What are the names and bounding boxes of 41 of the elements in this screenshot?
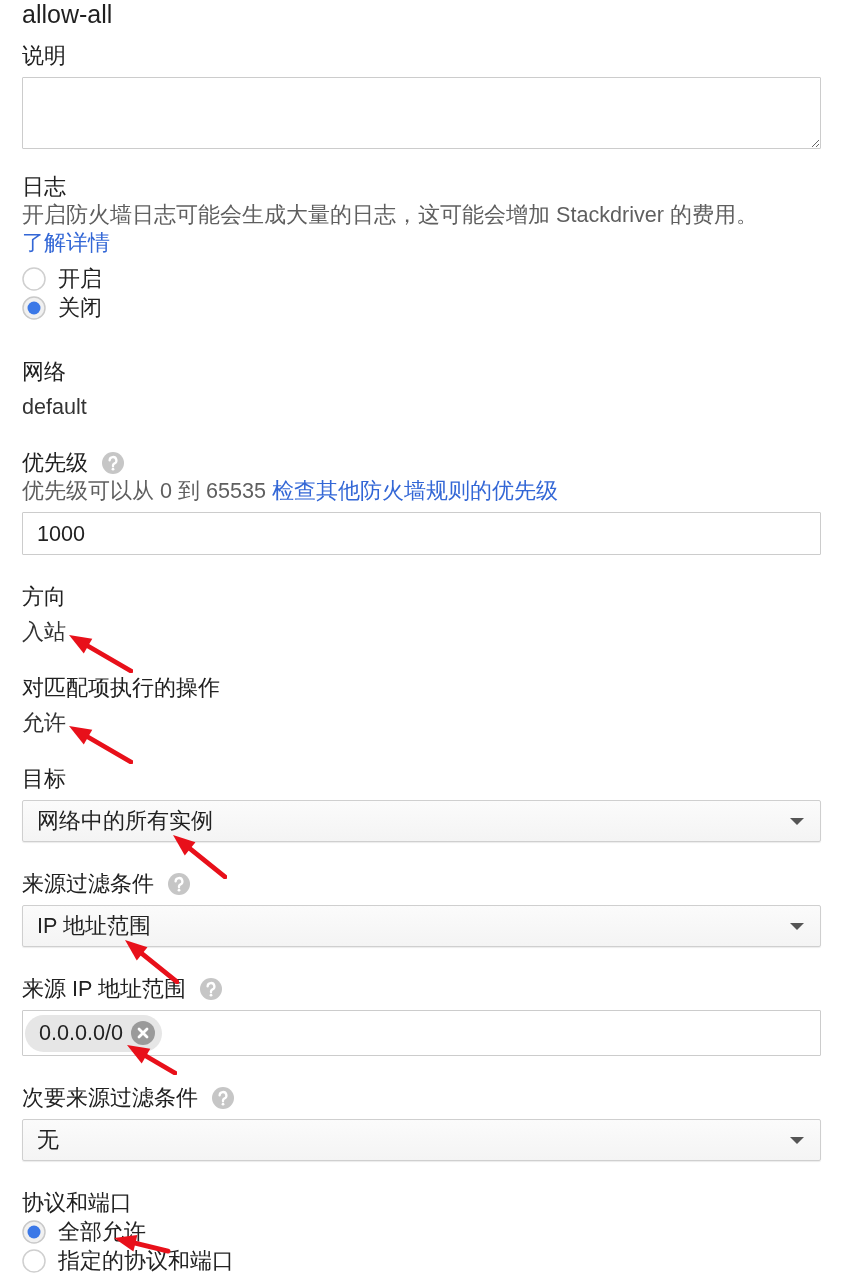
dropdown[interactable]: IP 地址范围: [22, 905, 821, 947]
caret-icon: [790, 922, 804, 930]
input-field[interactable]: 1000: [22, 512, 821, 555]
text-area-field[interactable]: [22, 77, 821, 149]
radio-label[interactable]: 关闭: [58, 293, 102, 322]
field-label: 协议和端口: [22, 1189, 132, 1217]
radio-label[interactable]: 指定的协议和端口: [58, 1246, 234, 1275]
chip[interactable]: 0.0.0.0/0: [25, 1014, 163, 1052]
help-icon[interactable]: [102, 452, 124, 474]
radio-button[interactable]: [22, 266, 46, 291]
rule-name-title: allow-all: [22, 0, 114, 28]
field-label: 优先级: [22, 449, 88, 477]
chip-input-field[interactable]: 0.0.0.0/0: [22, 1010, 821, 1056]
radio-label[interactable]: 开启: [58, 264, 102, 293]
help-text: 优先级可以从 0 到 65535 检查其他防火墙规则的优先级: [22, 477, 560, 505]
caret-icon: [790, 1136, 804, 1144]
radio-button[interactable]: [22, 1248, 46, 1273]
help-icon[interactable]: [168, 873, 190, 895]
field-label: 日志: [22, 173, 66, 201]
field-label: 次要来源过滤条件: [22, 1084, 198, 1112]
chip-label: 0.0.0.0/0: [39, 1020, 124, 1046]
help-link[interactable]: 了解详情: [22, 230, 110, 255]
help-icon[interactable]: [212, 1087, 234, 1109]
dropdown[interactable]: 网络中的所有实例: [22, 800, 821, 842]
help-link[interactable]: 检查其他防火墙规则的优先级: [272, 478, 559, 503]
field-value: default: [22, 394, 87, 419]
field-value: 入站: [22, 619, 66, 644]
close-icon[interactable]: [131, 1021, 156, 1045]
field-label: 方向: [22, 583, 66, 611]
dropdown[interactable]: 无: [22, 1119, 821, 1161]
radio-button[interactable]: [22, 1219, 46, 1244]
field-value: 允许: [22, 710, 66, 735]
field-label: 对匹配项执行的操作: [22, 674, 220, 702]
help-text: 开启防火墙日志可能会生成大量的日志，这可能会增加 Stackdriver 的费用。 了解详情: [22, 201, 759, 257]
field-label: 说明: [22, 42, 66, 70]
radio-button[interactable]: [22, 295, 46, 320]
caret-icon: [790, 817, 804, 825]
field-label: 网络: [22, 358, 66, 386]
help-icon[interactable]: [200, 978, 222, 1000]
field-label: 目标: [22, 765, 66, 793]
field-label: 来源过滤条件: [22, 870, 154, 898]
